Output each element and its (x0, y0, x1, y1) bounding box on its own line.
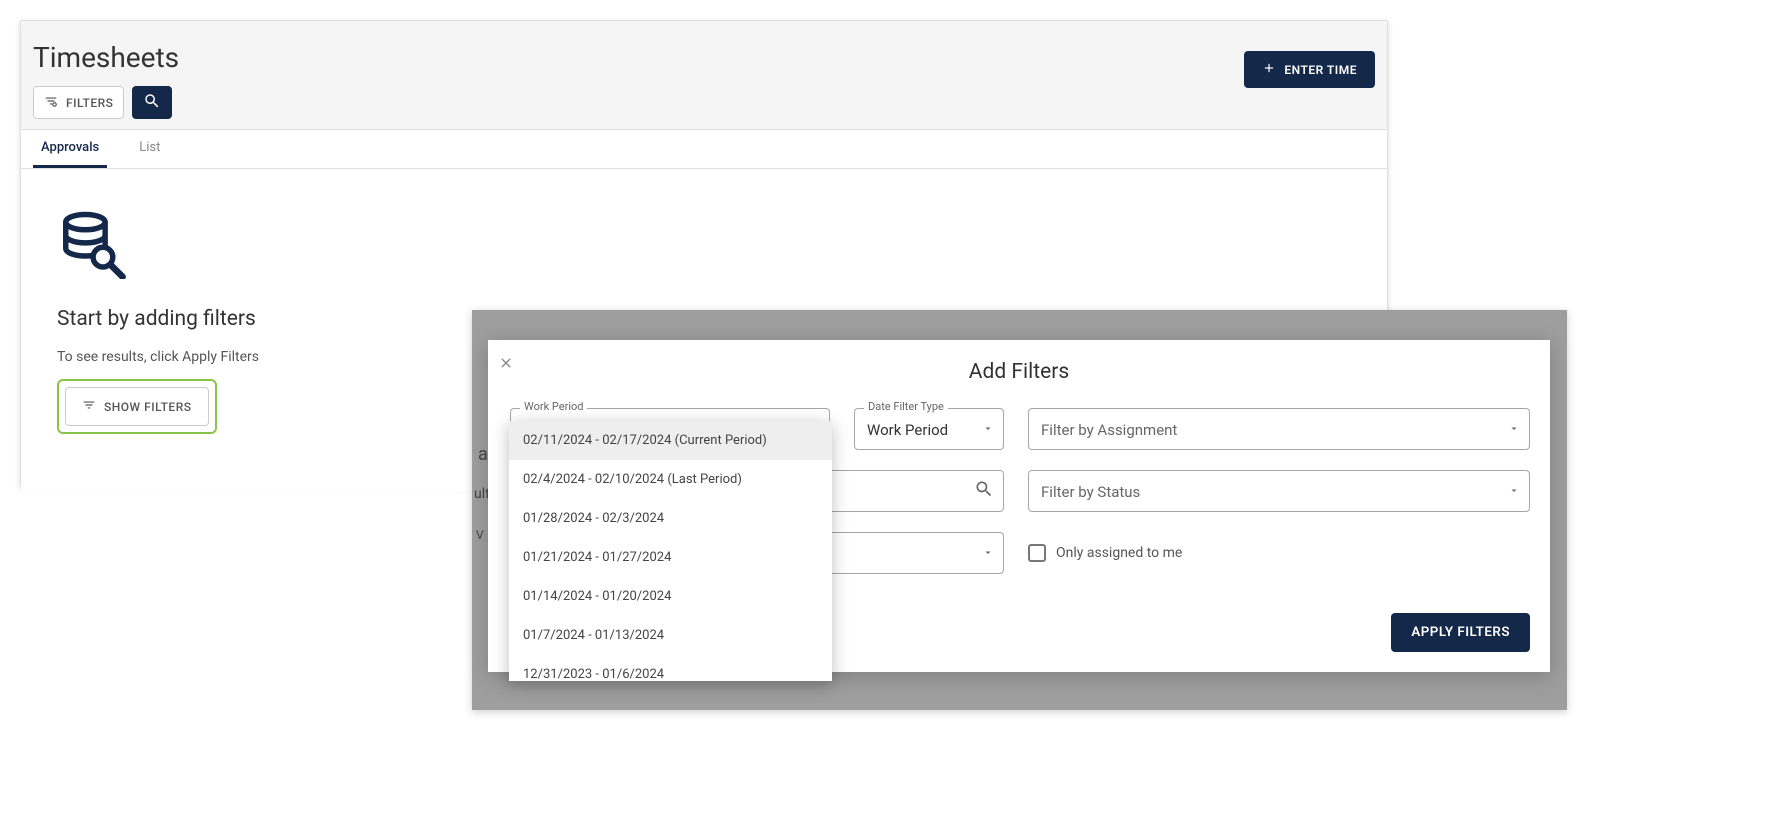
page-title: Timesheets (21, 21, 1387, 86)
show-filters-label: SHOW FILTERS (104, 400, 192, 414)
close-icon[interactable] (498, 354, 514, 374)
status-placeholder: Filter by Status (1028, 470, 1530, 512)
assignment-placeholder: Filter by Assignment (1028, 408, 1530, 450)
tab-approvals[interactable]: Approvals (33, 130, 107, 168)
filter-icon (82, 398, 96, 415)
filter-by-status-field[interactable]: Filter by Status (1028, 470, 1530, 512)
show-filters-highlight: SHOW FILTERS (57, 379, 217, 434)
work-period-label: Work Period (520, 400, 587, 413)
dropdown-option[interactable]: 02/4/2024 - 02/10/2024 (Last Period) (509, 460, 832, 499)
dropdown-option[interactable]: 01/28/2024 - 02/3/2024 (509, 499, 832, 538)
modal-title: Add Filters (514, 360, 1524, 384)
dropdown-option[interactable]: 12/31/2023 - 01/6/2024 (509, 655, 832, 681)
filter-icon (44, 94, 58, 111)
checkbox-icon[interactable] (1028, 544, 1046, 562)
database-search-icon (57, 209, 127, 279)
filter-by-assignment-field[interactable]: Filter by Assignment (1028, 408, 1530, 450)
dropdown-option[interactable]: 01/21/2024 - 01/27/2024 (509, 538, 832, 577)
only-assigned-row[interactable]: Only assigned to me (1028, 532, 1530, 574)
search-button[interactable] (132, 86, 172, 119)
filters-button[interactable]: FILTERS (33, 86, 124, 119)
show-filters-button[interactable]: SHOW FILTERS (65, 387, 209, 426)
enter-time-button[interactable]: ENTER TIME (1244, 51, 1375, 88)
enter-time-label: ENTER TIME (1284, 63, 1357, 77)
dropdown-option[interactable]: 01/14/2024 - 01/20/2024 (509, 577, 832, 616)
toolbar: FILTERS (21, 86, 1387, 129)
dropdown-option[interactable]: 01/7/2024 - 01/13/2024 (509, 616, 832, 655)
tabs: Approvals List (21, 129, 1387, 169)
search-icon (143, 92, 161, 113)
dropdown-option[interactable]: 02/11/2024 - 02/17/2024 (Current Period) (509, 421, 832, 460)
work-period-dropdown[interactable]: 02/11/2024 - 02/17/2024 (Current Period)… (509, 421, 832, 681)
apply-filters-button[interactable]: APPLY FILTERS (1391, 613, 1530, 652)
search-icon (974, 479, 994, 503)
obscured-text: a (478, 444, 488, 465)
date-filter-type-value: Work Period (854, 408, 1004, 450)
filters-button-label: FILTERS (66, 96, 113, 110)
tab-list[interactable]: List (131, 130, 168, 168)
date-filter-type-field[interactable]: Date Filter Type Work Period (854, 408, 1004, 450)
only-assigned-label: Only assigned to me (1056, 545, 1182, 561)
plus-icon (1262, 61, 1276, 78)
date-filter-type-label: Date Filter Type (864, 400, 948, 413)
